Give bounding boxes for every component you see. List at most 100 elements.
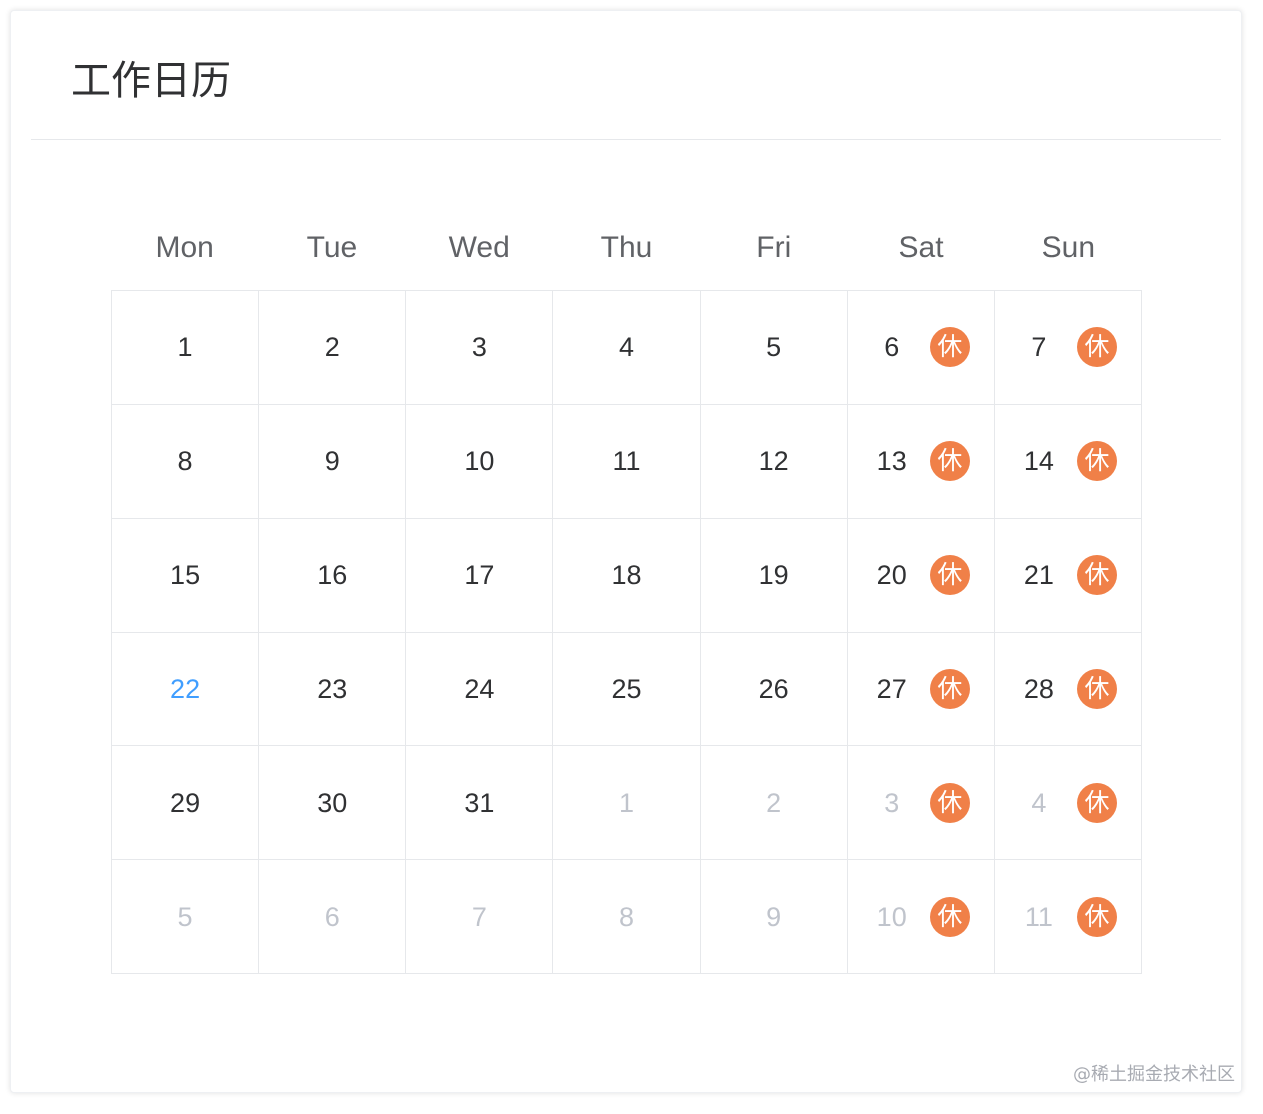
calendar-day-cell[interactable]: 5 bbox=[700, 291, 848, 405]
calendar-day-cell[interactable]: 5 bbox=[112, 860, 260, 974]
calendar-day-cell[interactable]: 23 bbox=[259, 632, 407, 747]
calendar-day-cell[interactable]: 2 bbox=[259, 291, 407, 405]
day-number: 24 bbox=[464, 673, 495, 704]
calendar-day-cell[interactable]: 6 bbox=[259, 860, 407, 974]
day-number: 21 bbox=[1023, 560, 1054, 591]
rest-day-badge: 休 bbox=[929, 441, 970, 482]
day-number: 17 bbox=[464, 560, 495, 591]
calendar-day-cell[interactable]: 2 bbox=[700, 746, 848, 861]
rest-day-badge: 休 bbox=[929, 555, 970, 596]
calendar-day-cell[interactable]: 24 bbox=[406, 632, 554, 747]
calendar-day-cell[interactable]: 27 休 bbox=[847, 632, 995, 747]
day-number: 5 bbox=[766, 332, 782, 363]
day-number: 28 bbox=[1023, 673, 1054, 704]
calendar-day-cell[interactable]: 7休 bbox=[994, 291, 1142, 405]
day-number: 27 bbox=[876, 673, 907, 704]
watermark: @稀土掘金技术社区 bbox=[1073, 1064, 1235, 1085]
day-number: 3 bbox=[471, 332, 487, 363]
weekday-tue: Tue bbox=[306, 231, 358, 264]
calendar-day-cell[interactable]: 1 bbox=[112, 291, 260, 405]
calendar-day-cell[interactable]: 20 休 bbox=[847, 518, 995, 633]
calendar-day-cell[interactable]: 30 bbox=[259, 746, 407, 861]
day-number: 30 bbox=[317, 787, 348, 818]
calendar-day-cell[interactable]: 6休 bbox=[847, 291, 995, 405]
day-number: 18 bbox=[611, 560, 642, 591]
calendar-day-cell[interactable]: 7 bbox=[406, 860, 554, 974]
day-number: 13 bbox=[876, 446, 907, 477]
calendar-day-cell[interactable]: 31 bbox=[406, 746, 554, 861]
weekday-header-row: Mon Tue Wed Thu Fri Sat Sun bbox=[111, 223, 1142, 273]
day-number: 3 bbox=[884, 787, 900, 818]
calendar-card: 工作日历 Mon Tue Wed Thu Fri Sat Sun 123456休… bbox=[10, 10, 1242, 1093]
calendar-day-cell[interactable]: 9 bbox=[259, 404, 407, 519]
weekday-mon: Mon bbox=[155, 231, 214, 264]
calendar-day-cell[interactable]: 8 bbox=[112, 404, 260, 519]
card-header: 工作日历 bbox=[31, 11, 1221, 140]
day-number: 4 bbox=[618, 332, 634, 363]
day-number: 2 bbox=[324, 332, 340, 363]
day-number: 6 bbox=[324, 901, 340, 932]
day-number: 22 bbox=[170, 673, 201, 704]
rest-day-badge: 休 bbox=[1076, 555, 1117, 596]
weekday-sat: Sat bbox=[898, 231, 944, 264]
day-number: 26 bbox=[758, 673, 789, 704]
calendar-day-cell[interactable]: 9 bbox=[700, 860, 848, 974]
calendar-day-cell[interactable]: 17 bbox=[406, 518, 554, 633]
calendar-day-cell[interactable]: 14 休 bbox=[994, 404, 1142, 519]
calendar-day-cell[interactable]: 26 bbox=[700, 632, 848, 747]
calendar-day-cell[interactable]: 13 休 bbox=[847, 404, 995, 519]
day-number: 25 bbox=[611, 673, 642, 704]
weekday-fri: Fri bbox=[756, 231, 792, 264]
day-number: 7 bbox=[471, 901, 487, 932]
day-number: 7 bbox=[1031, 332, 1047, 363]
rest-day-badge: 休 bbox=[1076, 327, 1117, 368]
calendar-day-cell[interactable]: 28 休 bbox=[994, 632, 1142, 747]
calendar-day-cell[interactable]: 3休 bbox=[847, 746, 995, 861]
calendar-grid: 1 2 3 4 5 6 休 7 休 8 9 10 11 12 13 休 14 休 15 16 17 18 19 20 休 21 休 2… bbox=[111, 290, 1142, 974]
day-number: 12 bbox=[758, 446, 789, 477]
calendar-day-cell[interactable]: 22 bbox=[112, 632, 260, 747]
calendar-day-cell[interactable]: 4休 bbox=[994, 746, 1142, 861]
day-number: 19 bbox=[758, 560, 789, 591]
day-number: 9 bbox=[766, 901, 782, 932]
day-number: 31 bbox=[464, 787, 495, 818]
calendar-day-cell[interactable]: 3 bbox=[406, 291, 554, 405]
day-number: 9 bbox=[324, 446, 340, 477]
calendar-day-cell[interactable]: 1 bbox=[553, 746, 701, 861]
day-number: 5 bbox=[177, 901, 193, 932]
rest-day-badge: 休 bbox=[1076, 668, 1117, 709]
calendar-day-cell[interactable]: 4 bbox=[553, 291, 701, 405]
day-number: 6 bbox=[884, 332, 900, 363]
weekday-sun: Sun bbox=[1041, 231, 1096, 264]
calendar-day-cell[interactable]: 21 休 bbox=[994, 518, 1142, 633]
day-number: 15 bbox=[170, 560, 201, 591]
calendar-day-cell[interactable]: 11 bbox=[553, 404, 701, 519]
day-number: 29 bbox=[170, 787, 201, 818]
calendar-day-cell[interactable]: 29 bbox=[112, 746, 260, 861]
day-number: 1 bbox=[618, 787, 634, 818]
day-number: 10 bbox=[464, 446, 495, 477]
calendar-day-cell[interactable]: 16 bbox=[259, 518, 407, 633]
card-title: 工作日历 bbox=[71, 58, 231, 104]
rest-day-badge: 休 bbox=[1076, 441, 1117, 482]
rest-day-badge: 休 bbox=[929, 896, 970, 937]
rest-day-badge: 休 bbox=[1076, 782, 1117, 823]
rest-day-badge: 休 bbox=[929, 327, 970, 368]
calendar-day-cell[interactable]: 18 bbox=[553, 518, 701, 633]
day-number: 14 bbox=[1023, 446, 1054, 477]
rest-day-badge: 休 bbox=[929, 668, 970, 709]
day-number: 23 bbox=[317, 673, 348, 704]
calendar-day-cell[interactable]: 25 bbox=[553, 632, 701, 747]
day-number: 1 bbox=[177, 332, 193, 363]
day-number: 16 bbox=[317, 560, 348, 591]
day-number: 2 bbox=[766, 787, 782, 818]
calendar-day-cell[interactable]: 19 bbox=[700, 518, 848, 633]
day-number: 8 bbox=[618, 901, 634, 932]
calendar-day-cell[interactable]: 15 bbox=[112, 518, 260, 633]
calendar-day-cell[interactable]: 11 休 bbox=[994, 860, 1142, 974]
calendar-day-cell[interactable]: 10 bbox=[406, 404, 554, 519]
calendar-day-cell[interactable]: 10 休 bbox=[847, 860, 995, 974]
calendar-day-cell[interactable]: 8 bbox=[553, 860, 701, 974]
calendar-day-cell[interactable]: 12 bbox=[700, 404, 848, 519]
rest-day-badge: 休 bbox=[1076, 896, 1117, 937]
